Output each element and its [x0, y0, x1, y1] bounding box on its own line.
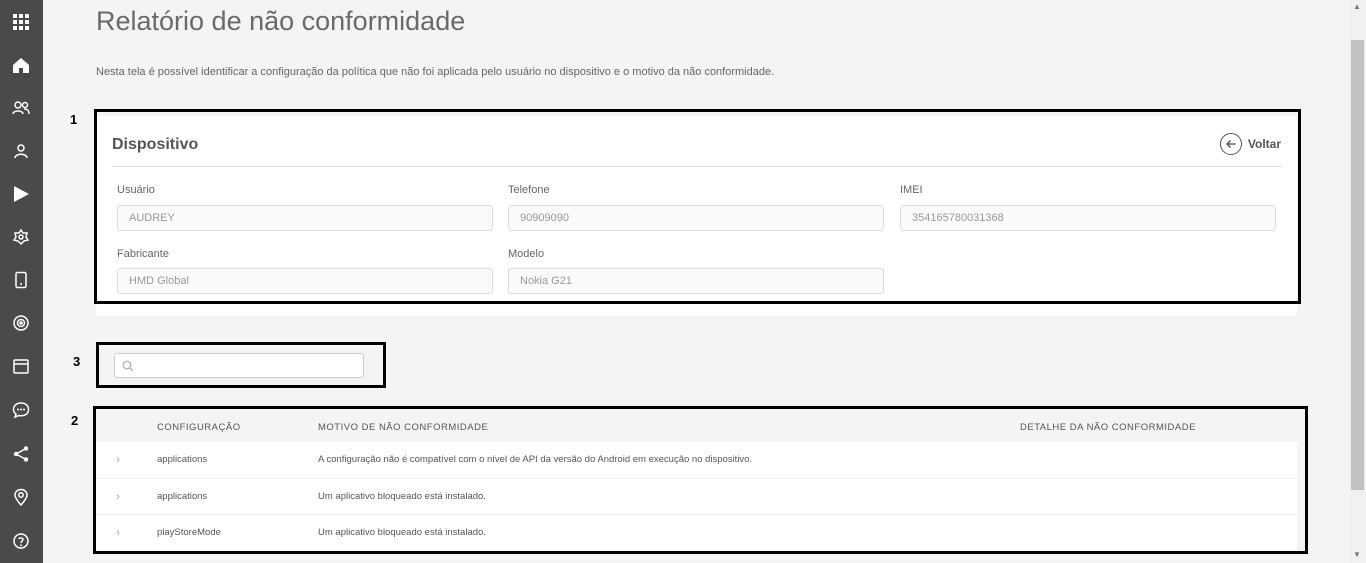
- user-icon[interactable]: [10, 140, 32, 162]
- location-icon[interactable]: [10, 486, 32, 508]
- scroll-down-icon[interactable]: ▼: [1353, 550, 1361, 559]
- chat-icon[interactable]: [10, 399, 32, 421]
- calendar-icon[interactable]: [10, 355, 32, 377]
- annotation-box-1: [94, 109, 1301, 304]
- scroll-thumb[interactable]: [1351, 40, 1364, 490]
- apps-grid-icon[interactable]: [10, 11, 32, 33]
- play-store-icon[interactable]: [10, 183, 32, 205]
- sidebar: [0, 0, 43, 563]
- share-icon[interactable]: [10, 443, 32, 465]
- main-content: Relatório de não conformidade Nesta tela…: [43, 0, 1349, 563]
- annotation-2: 2: [71, 413, 79, 428]
- annotation-box-3: [96, 342, 386, 388]
- device-icon[interactable]: [10, 269, 32, 291]
- vertical-scrollbar[interactable]: ▲ ▼: [1349, 0, 1366, 563]
- annotation-box-2: [93, 406, 1308, 554]
- scroll-up-icon[interactable]: ▲: [1353, 2, 1361, 11]
- annotation-3: 3: [73, 354, 81, 369]
- page-description: Nesta tela é possível identificar a conf…: [96, 66, 775, 78]
- annotation-1: 1: [70, 112, 78, 127]
- page-title: Relatório de não conformidade: [96, 6, 466, 36]
- home-icon[interactable]: [10, 54, 32, 76]
- users-group-icon[interactable]: [10, 97, 32, 119]
- settings-flower-icon[interactable]: [10, 226, 32, 248]
- target-icon[interactable]: [10, 312, 32, 334]
- help-icon[interactable]: [10, 530, 32, 552]
